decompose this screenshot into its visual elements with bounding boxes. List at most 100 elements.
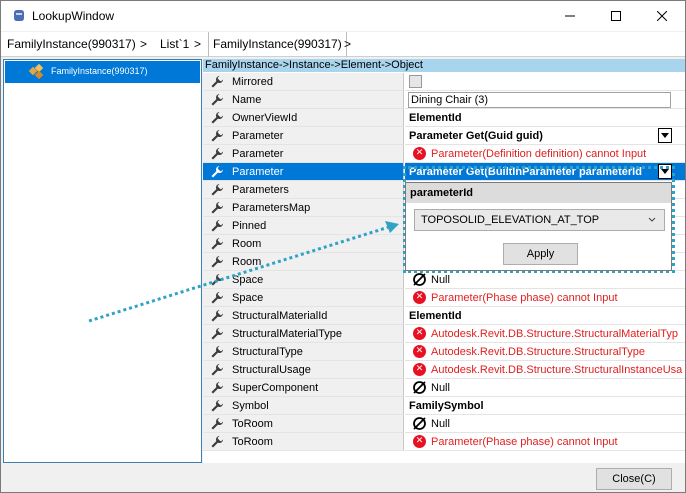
property-name-cell[interactable]: OwnerViewId	[203, 109, 404, 127]
wrench-icon	[211, 238, 223, 250]
wrench-icon	[211, 346, 223, 358]
wrench-icon	[211, 436, 223, 448]
bottom-bar: Close(C)	[1, 464, 685, 492]
breadcrumb-item-2[interactable]: FamilyInstance(990317)	[208, 32, 347, 57]
property-name-cell[interactable]: Name	[203, 91, 404, 109]
property-name-cell[interactable]: ToRoom	[203, 433, 404, 451]
wrench-icon	[211, 292, 223, 304]
property-value-cell[interactable]: FamilySymbol	[405, 397, 685, 415]
property-name-cell[interactable]: SuperComponent	[203, 379, 404, 397]
property-name-cell[interactable]: Parameter	[203, 145, 404, 163]
property-value-cell[interactable]: Parameter Get(Guid guid)	[405, 127, 685, 145]
tree-item-family-instance[interactable]: FamilyInstance(990317)	[5, 61, 200, 83]
combo-dropdown-button[interactable]	[658, 128, 672, 143]
property-name: Mirrored	[232, 76, 273, 88]
property-name: Space	[232, 274, 264, 286]
property-row[interactable]: Parameter Parameter Get(Guid guid)	[203, 127, 685, 145]
wrench-icon	[211, 382, 223, 394]
property-value-cell[interactable]: ✕ Parameter(Phase phase) cannot Input	[405, 433, 685, 451]
maximize-button[interactable]	[593, 1, 639, 31]
wrench-icon	[211, 112, 223, 124]
property-name-cell[interactable]: Parameter	[203, 127, 404, 145]
property-name: Parameter	[232, 130, 284, 142]
property-name-cell[interactable]: Space	[203, 271, 404, 289]
property-value-cell[interactable]: Null	[405, 271, 685, 289]
error-icon: ✕	[413, 147, 426, 160]
property-name-cell[interactable]: Space	[203, 289, 404, 307]
property-value-cell[interactable]: ✕ Parameter(Definition definition) canno…	[405, 145, 685, 163]
property-name-cell[interactable]: StructuralMaterialId	[203, 307, 404, 325]
wrench-icon	[211, 184, 223, 196]
property-name-cell[interactable]: Mirrored	[203, 73, 404, 91]
property-row[interactable]: Space Null	[203, 271, 685, 289]
null-value: Null	[431, 274, 450, 286]
property-value-cell[interactable]: Null	[405, 415, 685, 433]
property-row[interactable]: StructuralMaterialType ✕ Autodesk.Revit.…	[203, 325, 685, 343]
property-value-cell[interactable]: ✕ Autodesk.Revit.DB.Structure.Structural…	[405, 325, 685, 343]
maximize-icon	[611, 11, 621, 21]
property-name-cell[interactable]: ParametersMap	[203, 199, 404, 217]
property-row[interactable]: StructuralType ✕ Autodesk.Revit.DB.Struc…	[203, 343, 685, 361]
null-icon	[413, 417, 426, 430]
property-name-cell[interactable]: StructuralUsage	[203, 361, 404, 379]
breadcrumb-separator: >	[344, 37, 352, 51]
property-name: Parameter	[232, 148, 284, 160]
wrench-icon	[211, 148, 223, 160]
property-name-cell[interactable]: Parameter	[203, 163, 404, 181]
property-name-cell[interactable]: ToRoom	[203, 415, 404, 433]
null-value: Null	[431, 418, 450, 430]
property-row[interactable]: Name Dining Chair (3)	[203, 91, 685, 109]
parameter-id-select[interactable]: TOPOSOLID_ELEVATION_AT_TOP	[414, 209, 665, 231]
close-button[interactable]: Close(C)	[596, 468, 672, 490]
error-message: Autodesk.Revit.DB.Structure.StructuralTy…	[431, 346, 645, 358]
property-value-cell[interactable]: ElementId	[405, 109, 685, 127]
property-value-cell[interactable]: Dining Chair (3)	[405, 91, 685, 109]
property-row[interactable]: ToRoom Null	[203, 415, 685, 433]
property-name-cell[interactable]: Symbol	[203, 397, 404, 415]
wrench-icon	[211, 310, 223, 322]
property-name: ParametersMap	[232, 202, 311, 214]
app-icon	[14, 10, 24, 21]
property-name-cell[interactable]: Pinned	[203, 217, 404, 235]
property-name-cell[interactable]: StructuralMaterialType	[203, 325, 404, 343]
name-input[interactable]: Dining Chair (3)	[408, 92, 671, 108]
property-name-cell[interactable]: Parameters	[203, 181, 404, 199]
property-row[interactable]: OwnerViewId ElementId	[203, 109, 685, 127]
object-tree[interactable]: FamilyInstance(990317)	[3, 59, 202, 463]
property-value: FamilySymbol	[409, 400, 484, 412]
property-value-cell[interactable]: Null	[405, 379, 685, 397]
method-combo-value[interactable]: Parameter Get(Guid guid)	[409, 130, 543, 142]
property-row[interactable]: StructuralMaterialId ElementId	[203, 307, 685, 325]
close-window-button[interactable]	[639, 1, 685, 31]
property-row[interactable]: Parameter ✕ Parameter(Definition definit…	[203, 145, 685, 163]
property-name: Parameter	[232, 166, 284, 178]
property-row[interactable]: Mirrored	[203, 73, 685, 91]
property-value-cell[interactable]: ✕ Autodesk.Revit.DB.Structure.Structural…	[405, 361, 685, 379]
error-icon: ✕	[413, 435, 426, 448]
wrench-icon	[211, 76, 223, 88]
property-value-cell[interactable]	[405, 73, 685, 91]
property-row[interactable]: Space ✕ Parameter(Phase phase) cannot In…	[203, 289, 685, 307]
property-name: Name	[232, 94, 262, 106]
property-row[interactable]: SuperComponent Null	[203, 379, 685, 397]
title-bar[interactable]: LookupWindow	[1, 1, 685, 31]
property-value-cell[interactable]: ✕ Parameter(Phase phase) cannot Input	[405, 289, 685, 307]
property-value-cell[interactable]: ElementId	[405, 307, 685, 325]
minimize-button[interactable]	[547, 1, 593, 31]
property-row[interactable]: Symbol FamilySymbol	[203, 397, 685, 415]
apply-button[interactable]: Apply	[503, 243, 578, 265]
error-message: Parameter(Definition definition) cannot …	[431, 148, 647, 160]
breadcrumb-item-1[interactable]: List`1	[160, 32, 189, 57]
null-value: Null	[431, 382, 450, 394]
property-value-cell[interactable]: ✕ Autodesk.Revit.DB.Structure.Structural…	[405, 343, 685, 361]
property-name-cell[interactable]: Room	[203, 253, 404, 271]
null-icon	[413, 273, 426, 286]
property-row[interactable]: ToRoom ✕ Parameter(Phase phase) cannot I…	[203, 433, 685, 451]
wrench-icon	[211, 130, 223, 142]
breadcrumb-item-0[interactable]: FamilyInstance(990317)	[7, 32, 136, 57]
wrench-icon	[211, 328, 223, 340]
mirrored-checkbox[interactable]	[409, 75, 422, 88]
property-name-cell[interactable]: StructuralType	[203, 343, 404, 361]
property-name-cell[interactable]: Room	[203, 235, 404, 253]
property-row[interactable]: StructuralUsage ✕ Autodesk.Revit.DB.Stru…	[203, 361, 685, 379]
